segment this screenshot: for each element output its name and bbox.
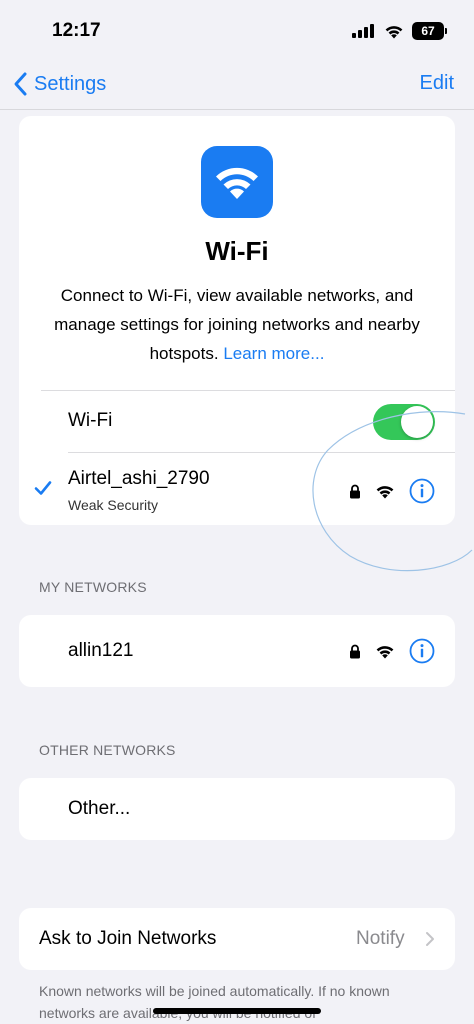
chevron-right-icon xyxy=(426,932,434,946)
lock-icon xyxy=(350,644,360,658)
other-network-button[interactable]: Other... xyxy=(68,798,130,820)
status-time: 12:17 xyxy=(52,20,101,41)
cellular-icon xyxy=(352,24,374,38)
divider xyxy=(41,390,455,391)
checkmark-icon xyxy=(34,481,52,495)
wifi-icon xyxy=(216,167,258,199)
wifi-info-card: Wi-Fi Connect to Wi-Fi, view available n… xyxy=(19,116,455,525)
wifi-app-icon xyxy=(201,146,273,218)
ask-to-join-row[interactable]: Ask to Join Networks Notify xyxy=(19,908,455,970)
navigation-bar: Settings Edit xyxy=(0,60,474,110)
status-bar: 12:17 67 xyxy=(0,0,474,60)
wifi-status-icon xyxy=(385,25,403,38)
chevron-left-icon xyxy=(14,72,27,96)
connected-network-icons xyxy=(349,478,435,504)
other-networks-header: OTHER NETWORKS xyxy=(39,742,176,758)
divider xyxy=(68,452,455,453)
ask-to-join-description: Known networks will be joined automatica… xyxy=(39,983,390,1021)
battery-icon: 67 xyxy=(412,22,447,40)
status-icons: 67 xyxy=(352,22,447,40)
other-networks-card: Other... xyxy=(19,778,455,840)
network-name[interactable]: allin121 xyxy=(68,640,134,662)
my-networks-header: MY NETWORKS xyxy=(39,579,147,595)
lock-icon xyxy=(350,484,360,498)
battery-level: 67 xyxy=(421,24,435,38)
wifi-signal-icon xyxy=(376,485,394,498)
edit-button[interactable]: Edit xyxy=(420,72,454,95)
home-indicator[interactable] xyxy=(153,1008,321,1014)
wifi-toggle[interactable] xyxy=(373,404,435,440)
ask-to-join-value: Notify xyxy=(356,928,405,949)
back-label: Settings xyxy=(34,72,107,95)
wifi-toggle-label: Wi-Fi xyxy=(68,410,113,431)
learn-more-link[interactable]: Learn more... xyxy=(223,344,324,363)
wifi-signal-icon xyxy=(376,645,394,658)
info-icon[interactable] xyxy=(409,638,435,664)
connected-network-security: Weak Security xyxy=(68,497,158,513)
info-icon[interactable] xyxy=(409,478,435,504)
back-button[interactable]: Settings xyxy=(10,70,106,98)
toggle-knob xyxy=(401,406,433,438)
connected-network-name[interactable]: Airtel_ashi_2790 xyxy=(68,468,210,490)
network-icons xyxy=(349,638,435,664)
my-networks-card: allin121 xyxy=(19,615,455,687)
page-title: Wi-Fi xyxy=(205,236,269,266)
ask-to-join-label: Ask to Join Networks xyxy=(39,928,217,949)
wifi-description: Connect to Wi-Fi, view available network… xyxy=(37,281,437,368)
